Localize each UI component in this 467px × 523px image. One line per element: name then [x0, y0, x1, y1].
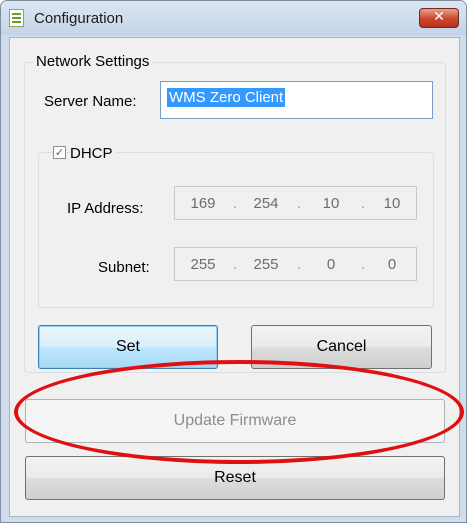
dhcp-label[interactable]: DHCP	[70, 145, 117, 162]
ip-dot: .	[233, 195, 238, 212]
close-button[interactable]: ✕	[419, 8, 459, 28]
ip-octet-4[interactable]: 10	[375, 195, 409, 212]
set-button-label: Set	[115, 338, 140, 355]
ip-octet-1[interactable]: 169	[187, 195, 219, 212]
ip-dot: .	[361, 195, 366, 212]
ip-octet-3[interactable]: 10	[315, 195, 347, 212]
cancel-button-label: Cancel	[316, 338, 367, 355]
subnet-octet-4[interactable]: 0	[375, 256, 409, 273]
dhcp-group	[38, 152, 434, 308]
ip-address-field[interactable]: 169 . 254 . 10 . 10	[174, 186, 417, 220]
app-icon	[9, 9, 24, 27]
server-name-input[interactable]: WMS Zero Client	[160, 81, 433, 119]
reset-button-label: Reset	[214, 469, 256, 486]
configuration-window: Configuration ✕ Network Settings Server …	[0, 0, 467, 523]
ip-octet-2[interactable]: 254	[249, 195, 283, 212]
subnet-octet-2[interactable]: 255	[249, 256, 283, 273]
close-icon: ✕	[433, 9, 445, 25]
update-firmware-button[interactable]: Update Firmware	[25, 399, 445, 443]
set-button[interactable]: Set	[38, 325, 218, 369]
window-title: Configuration	[34, 10, 124, 27]
dialog-body: Network Settings Server Name: WMS Zero C…	[9, 37, 460, 517]
subnet-dot: .	[361, 256, 366, 273]
ip-dot: .	[297, 195, 302, 212]
server-name-value: WMS Zero Client	[167, 88, 286, 107]
network-settings-title: Network Settings	[33, 53, 153, 70]
cancel-button[interactable]: Cancel	[251, 325, 432, 369]
ip-address-label: IP Address:	[67, 200, 144, 217]
dhcp-checkbox[interactable]: ✓	[53, 146, 66, 159]
subnet-field[interactable]: 255 . 255 . 0 . 0	[174, 247, 417, 281]
update-firmware-label: Update Firmware	[173, 412, 297, 429]
check-icon: ✓	[54, 146, 65, 159]
subnet-octet-3[interactable]: 0	[315, 256, 347, 273]
server-name-label: Server Name:	[44, 93, 137, 110]
reset-button[interactable]: Reset	[25, 456, 445, 500]
subnet-dot: .	[297, 256, 302, 273]
subnet-octet-1[interactable]: 255	[187, 256, 219, 273]
subnet-label: Subnet:	[98, 259, 150, 276]
subnet-dot: .	[233, 256, 238, 273]
title-bar[interactable]: Configuration ✕	[1, 1, 466, 35]
